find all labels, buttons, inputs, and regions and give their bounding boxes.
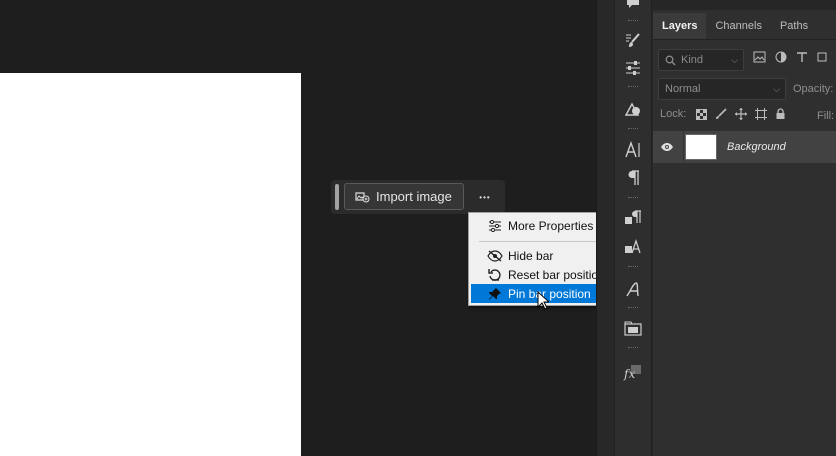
- tab-layers[interactable]: Layers: [653, 13, 707, 40]
- fill-label: Fill:: [817, 110, 835, 122]
- tab-channels[interactable]: Channels: [706, 13, 770, 39]
- menu-item-label: Pin bar position: [508, 286, 591, 301]
- strip-divider: [628, 307, 638, 310]
- lock-controls: Lock:: [660, 108, 786, 120]
- lock-all-icon[interactable]: [775, 108, 786, 120]
- menu-item-label: Hide bar: [508, 248, 554, 263]
- search-icon: [665, 55, 676, 65]
- menu-item-more-properties[interactable]: More Properties: [471, 216, 614, 235]
- svg-text:fx: fx: [623, 367, 635, 381]
- more-options-icon: •••: [479, 192, 491, 202]
- strip-divider: [628, 86, 638, 89]
- layer-row-background[interactable]: Background: [653, 131, 836, 163]
- paragraph-icon[interactable]: [615, 166, 651, 190]
- contextual-task-bar: Import image •••: [331, 180, 505, 214]
- strip-divider: [628, 266, 638, 269]
- comments-icon[interactable]: [615, 0, 651, 16]
- layer-visibility-toggle[interactable]: [653, 142, 681, 152]
- image-filter-icon[interactable]: [753, 51, 766, 63]
- panel-header-strip: [653, 0, 836, 10]
- adjustment-filter-icon[interactable]: [775, 51, 787, 63]
- tool-icon-column: fx: [614, 0, 652, 456]
- tabs-divider: [653, 39, 836, 40]
- strip-divider: [628, 128, 638, 131]
- panel-icon-strip: fx: [596, 0, 653, 456]
- lock-label: Lock:: [660, 108, 687, 120]
- more-options-button[interactable]: •••: [472, 185, 498, 209]
- eye-slash-icon: [487, 248, 503, 264]
- opacity-label: Opacity:: [793, 83, 834, 95]
- layers-panel: Layers Channels Paths Kind ⌵ Normal ⌵ Op…: [653, 0, 836, 456]
- libraries-icon[interactable]: [615, 316, 651, 340]
- type-filter-icon[interactable]: [796, 51, 808, 63]
- blend-mode-select[interactable]: Normal ⌵: [658, 78, 786, 100]
- eye-icon: [661, 143, 673, 151]
- menu-divider: [479, 241, 610, 242]
- layer-eye-divider: [683, 131, 684, 163]
- menu-item-label: More Properties: [508, 218, 594, 233]
- pin-icon: [487, 286, 503, 302]
- chevron-down-icon: ⌵: [731, 54, 738, 65]
- document-canvas[interactable]: [0, 73, 301, 456]
- paragraph-styles-icon[interactable]: [615, 206, 651, 230]
- tab-paths[interactable]: Paths: [771, 13, 817, 39]
- lock-position-icon[interactable]: [735, 108, 748, 120]
- strip-divider: [628, 347, 638, 350]
- artboard-lock-icon[interactable]: [755, 108, 768, 120]
- panel-tabs: Layers Channels Paths: [653, 13, 836, 40]
- layer-thumbnail: [685, 134, 717, 160]
- brush-settings-icon[interactable]: [615, 29, 651, 53]
- drag-handle[interactable]: [335, 184, 339, 210]
- reset-icon: [487, 267, 503, 283]
- glyphs-icon[interactable]: [615, 277, 651, 301]
- import-image-button[interactable]: Import image: [344, 183, 464, 210]
- image-import-icon: [355, 191, 370, 203]
- layer-filter-icons: [753, 51, 827, 63]
- blend-mode-value: Normal: [665, 83, 701, 95]
- adjustments-icon[interactable]: [615, 56, 651, 80]
- shape-filter-icon[interactable]: [817, 51, 827, 63]
- lock-image-pixels-icon[interactable]: [715, 108, 727, 120]
- layer-styles-fx-icon[interactable]: fx: [615, 360, 651, 384]
- kind-filter-label: Kind: [681, 54, 704, 66]
- menu-item-label: Reset bar position: [508, 267, 605, 282]
- strip-divider: [628, 20, 638, 23]
- strip-divider: [628, 197, 638, 200]
- import-image-label: Import image: [376, 189, 452, 204]
- menu-item-reset-bar-position[interactable]: Reset bar position: [471, 265, 614, 284]
- chevron-down-icon: ⌵: [773, 83, 780, 94]
- character-icon[interactable]: [615, 138, 651, 162]
- character-styles-icon[interactable]: [615, 235, 651, 259]
- kind-filter-select[interactable]: Kind ⌵: [658, 49, 744, 71]
- menu-item-hide-bar[interactable]: Hide bar: [471, 246, 614, 265]
- shapes-icon[interactable]: [615, 97, 651, 121]
- mouse-cursor-icon: [537, 291, 549, 310]
- layer-name: Background: [727, 141, 786, 153]
- sliders-icon: [487, 218, 503, 234]
- lock-transparent-pixels-icon[interactable]: [696, 108, 708, 120]
